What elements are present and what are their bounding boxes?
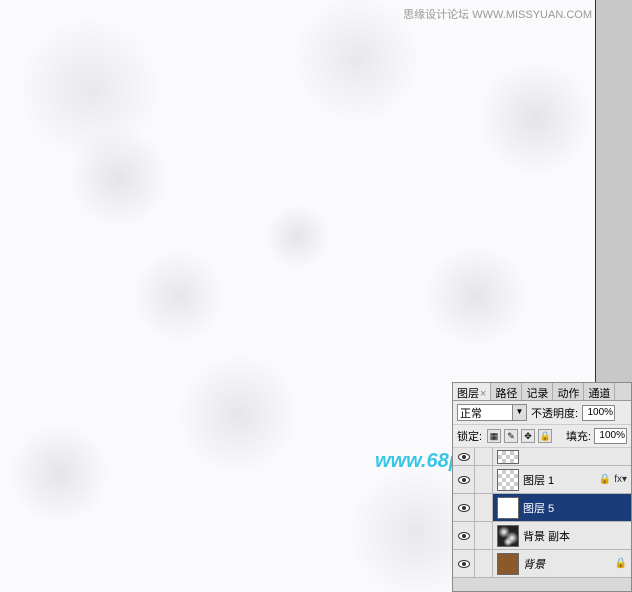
visibility-toggle[interactable] [453, 448, 475, 465]
visibility-toggle[interactable] [453, 494, 475, 521]
lock-all-icon[interactable]: 🔒 [538, 429, 552, 443]
layer-thumbnail[interactable] [497, 553, 519, 575]
link-cell[interactable] [475, 494, 493, 521]
eye-icon [458, 532, 470, 540]
layer-name[interactable]: 背景 副本 [523, 528, 631, 544]
layers-list: 图层 1 🔒 fx▾ 图层 5 背景 副本 背景 🔒 [453, 448, 631, 591]
link-cell[interactable] [475, 466, 493, 493]
layer-row-partial[interactable] [453, 448, 631, 466]
tab-actions[interactable]: 动作 [553, 383, 584, 400]
layer-badges: 🔒 [615, 558, 631, 569]
link-cell[interactable] [475, 448, 493, 465]
dropdown-arrow-icon: ▼ [512, 405, 526, 420]
layer-name[interactable]: 图层 5 [523, 500, 631, 516]
layer-row-bg[interactable]: 背景 🔒 [453, 550, 631, 578]
layer-thumbnail[interactable] [497, 469, 519, 491]
opacity-input[interactable]: 100% [582, 405, 615, 421]
eye-icon [458, 504, 470, 512]
link-cell[interactable] [475, 550, 493, 577]
fx-icon[interactable]: fx▾ [614, 474, 627, 485]
visibility-toggle[interactable] [453, 522, 475, 549]
eye-icon [458, 453, 470, 461]
layer-thumbnail[interactable] [497, 450, 519, 464]
lock-position-icon[interactable]: ✥ [521, 429, 535, 443]
lock-paint-icon[interactable]: ✎ [504, 429, 518, 443]
layer-row-1[interactable]: 图层 1 🔒 fx▾ [453, 466, 631, 494]
layer-row-bgcopy[interactable]: 背景 副本 [453, 522, 631, 550]
lock-icon: 🔒 [599, 474, 611, 485]
lock-row: 锁定: ▦ ✎ ✥ 🔒 填充: 100% [453, 425, 631, 448]
blend-mode-select[interactable]: 正常 ▼ [457, 404, 527, 421]
opacity-label: 不透明度: [531, 405, 578, 421]
visibility-toggle[interactable] [453, 550, 475, 577]
layer-thumbnail[interactable] [497, 525, 519, 547]
layer-badges: 🔒 fx▾ [599, 474, 631, 485]
tab-layers[interactable]: 图层× [453, 383, 491, 400]
visibility-toggle[interactable] [453, 466, 475, 493]
layer-row-selected[interactable]: 图层 5 [453, 494, 631, 522]
lock-transparency-icon[interactable]: ▦ [487, 429, 501, 443]
watermark-forum: 思缘设计论坛 WWW.MISSYUAN.COM [403, 6, 592, 22]
layers-panel: 图层× 路径 记录 动作 通道 正常 ▼ 不透明度: 100% 锁定: ▦ ✎ … [452, 382, 632, 592]
fill-label: 填充: [566, 428, 591, 444]
link-cell[interactable] [475, 522, 493, 549]
lock-label: 锁定: [457, 428, 482, 444]
blend-mode-row: 正常 ▼ 不透明度: 100% [453, 401, 631, 425]
tab-paths[interactable]: 路径 [491, 383, 522, 400]
tab-channels[interactable]: 通道 [584, 383, 615, 400]
layer-name[interactable]: 背景 [523, 556, 615, 572]
layer-thumbnail[interactable] [497, 497, 519, 519]
lock-icon: 🔒 [615, 558, 627, 569]
layer-name[interactable]: 图层 1 [523, 472, 599, 488]
eye-icon [458, 476, 470, 484]
eye-icon [458, 560, 470, 568]
fill-input[interactable]: 100% [594, 428, 627, 444]
tab-history[interactable]: 记录 [522, 383, 553, 400]
panel-tabs: 图层× 路径 记录 动作 通道 [453, 383, 631, 401]
